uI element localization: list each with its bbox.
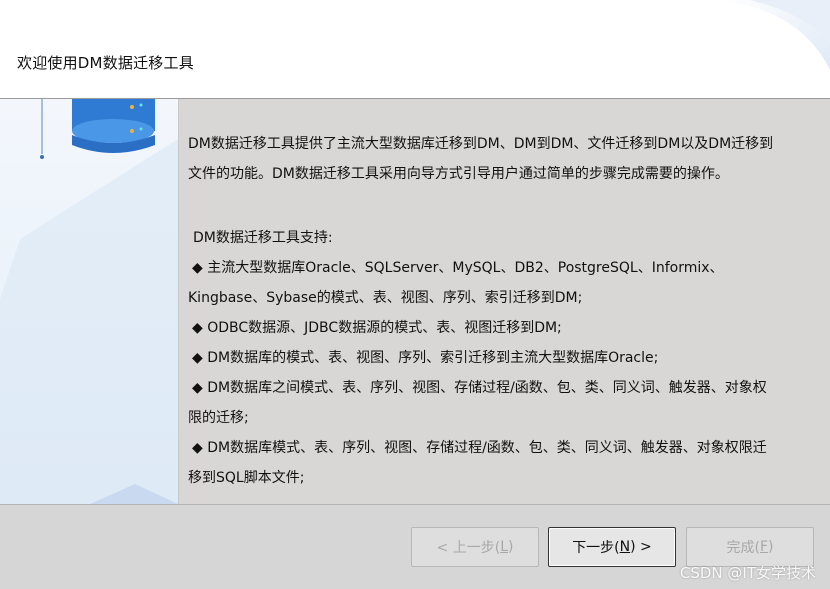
next-button-label-end: ) > xyxy=(630,539,652,555)
welcome-content: DM数据迁移工具提供了主流大型数据库迁移到DM、DM到DM、文件迁移到DM以及D… xyxy=(179,99,830,504)
header: 欢迎使用DM数据迁移工具 xyxy=(0,0,830,99)
finish-button-label: 完成( xyxy=(726,540,760,556)
feature-line: ◆ 主流大型数据库Oracle、SQLServer、MySQL、DB2、Post… xyxy=(192,260,724,276)
feature-line: ◆ DM数据库模式、表、序列、视图、存储过程/函数、包、类、同义词、触发器、对象… xyxy=(192,440,767,456)
feature-line: 移到SQL脚本文件; xyxy=(188,470,305,486)
back-button-label: < 上一步( xyxy=(436,540,501,556)
next-button-mnemonic: N xyxy=(619,539,631,555)
finish-button[interactable]: 完成(F) xyxy=(686,527,814,567)
feature-line: ◆ DM数据库之间模式、表、序列、视图、存储过程/函数、包、类、同义词、触发器、… xyxy=(192,380,767,396)
next-button-label: 下一步( xyxy=(572,540,620,556)
feature-line: 限的迁移; xyxy=(188,410,249,426)
database-icon xyxy=(72,99,155,153)
watermark: CSDN @IT女学技术 xyxy=(679,564,816,582)
back-button[interactable]: < 上一步(L) xyxy=(411,527,539,567)
feature-list: DM数据迁移工具支持: ◆ 主流大型数据库Oracle、SQLServer、My… xyxy=(188,223,767,493)
next-button[interactable]: 下一步(N) > xyxy=(548,527,676,567)
button-bar: < 上一步(L) 下一步(N) > 完成(F) CSDN @IT女学技术 xyxy=(0,504,830,589)
feature-line: Kingbase、Sybase的模式、表、视图、序列、索引迁移到DM; xyxy=(188,290,583,306)
finish-button-label-end: ) xyxy=(768,539,774,555)
page-title: 欢迎使用DM数据迁移工具 xyxy=(17,54,194,72)
finish-button-mnemonic: F xyxy=(759,539,769,555)
intro-text: DM数据迁移工具提供了主流大型数据库迁移到DM、DM到DM、文件迁移到DM以及D… xyxy=(188,129,773,189)
intro-line: DM数据迁移工具提供了主流大型数据库迁移到DM、DM到DM、文件迁移到DM以及D… xyxy=(188,136,774,152)
banner-artwork xyxy=(0,99,178,504)
back-button-mnemonic: L xyxy=(500,539,508,555)
back-button-label-end: ) xyxy=(508,539,514,555)
intro-line: 文件的功能。DM数据迁移工具采用向导方式引导用户通过简单的步骤完成需要的操作。 xyxy=(188,166,729,182)
feature-line: ◆ DM数据库的模式、表、视图、序列、索引迁移到主流大型数据库Oracle; xyxy=(192,350,659,366)
header-decoration xyxy=(720,0,830,70)
feature-list-title: DM数据迁移工具支持: xyxy=(193,230,333,246)
feature-line: ◆ ODBC数据源、JDBC数据源的模式、表、视图迁移到DM; xyxy=(192,320,562,336)
left-banner xyxy=(0,99,179,504)
